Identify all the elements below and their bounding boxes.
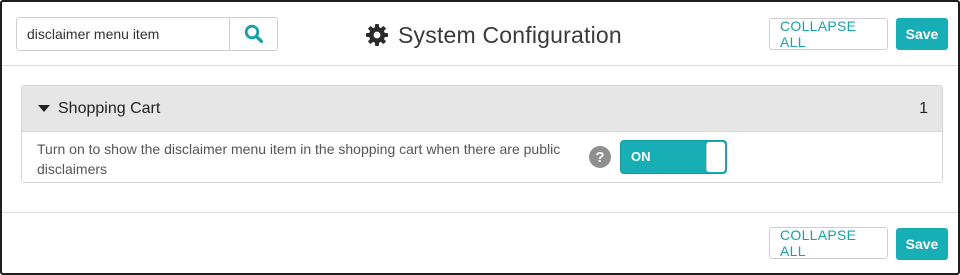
panel-item-count: 1 [919,99,928,117]
disclaimer-toggle[interactable]: ON [620,140,727,174]
search-button[interactable] [229,18,277,50]
gear-icon [366,24,388,46]
footer-divider [2,212,958,213]
panel-title: Shopping Cart [58,99,161,117]
save-button-top[interactable]: Save [896,18,948,50]
header-bar: System Configuration COLLAPSE ALL Save [2,2,958,66]
setting-description: Turn on to show the disclaimer menu item… [37,141,561,177]
search-icon [244,24,263,44]
toggle-knob[interactable] [706,142,725,172]
toggle-label: ON [631,149,651,164]
collapse-all-button-top[interactable]: COLLAPSE ALL [769,18,888,50]
search-box [16,17,278,51]
shopping-cart-panel: Shopping Cart 1 Turn on to show the disc… [21,85,943,183]
panel-header[interactable]: Shopping Cart 1 [22,86,942,132]
page-title-text: System Configuration [398,21,622,48]
search-input[interactable] [17,18,229,50]
setting-row: Turn on to show the disclaimer menu item… [22,132,942,182]
caret-down-icon [38,105,50,112]
help-icon[interactable]: ? [589,146,611,168]
save-button-bottom[interactable]: Save [896,228,948,260]
app-window: System Configuration COLLAPSE ALL Save S… [0,0,960,275]
collapse-all-button-bottom[interactable]: COLLAPSE ALL [769,227,888,259]
page-title: System Configuration [365,20,622,50]
